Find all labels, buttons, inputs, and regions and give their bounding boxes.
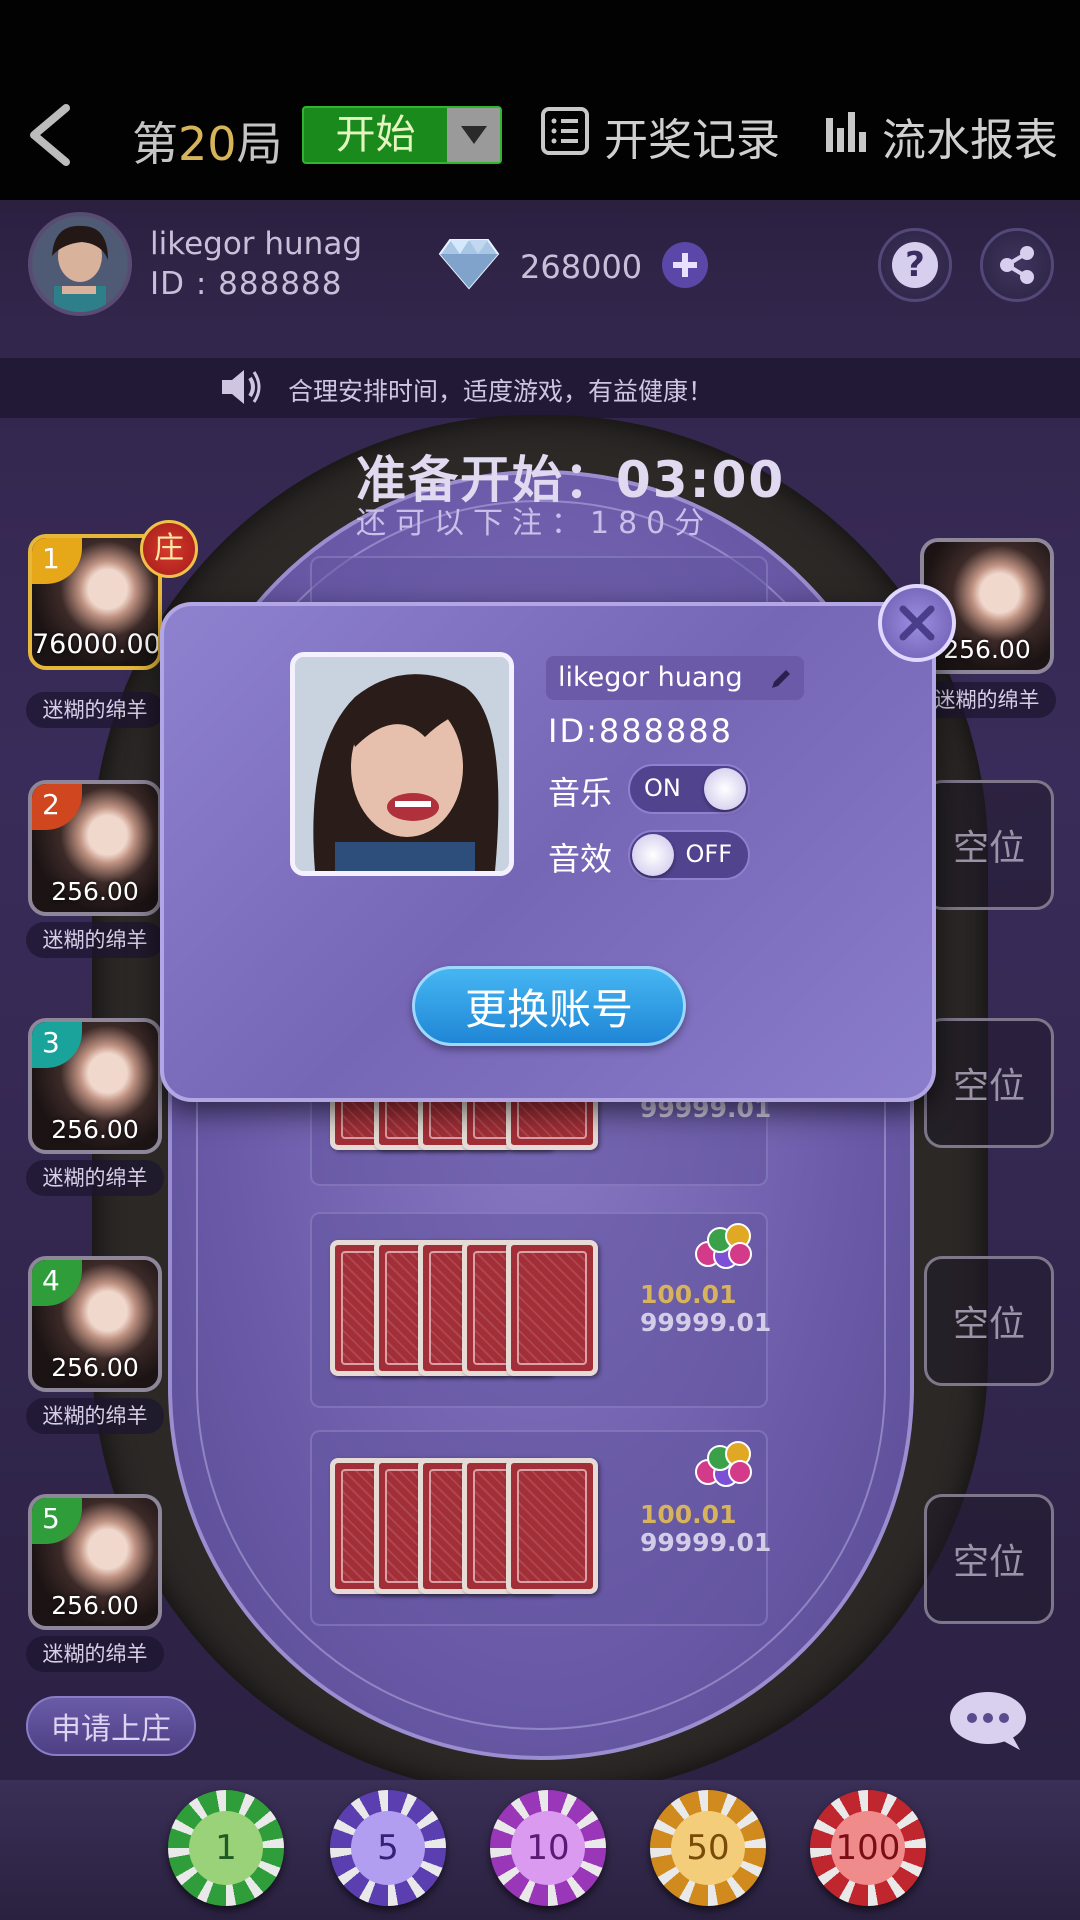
music-label: 音乐: [548, 774, 613, 812]
sound-toggle[interactable]: OFF: [628, 830, 750, 880]
diamond-icon: [438, 238, 500, 290]
chip-value: 5: [351, 1811, 425, 1885]
profile-photo: [290, 652, 514, 876]
chip-value: 50: [671, 1811, 745, 1885]
seat-4[interactable]: 4 256.00: [28, 1256, 162, 1392]
toggle-knob: [632, 834, 674, 876]
chat-bubble-icon[interactable]: [948, 1690, 1028, 1752]
lottery-record-label: 开奖记录: [604, 115, 780, 166]
bet-total: 99999.01: [640, 1528, 772, 1557]
profile-name: likegor huang: [558, 662, 743, 693]
switch-account-button[interactable]: 更换账号: [412, 966, 686, 1046]
sound-state: OFF: [685, 840, 733, 868]
seat-player-name: 迷糊的绵羊: [26, 692, 164, 728]
bet-remaining-text: 还可以下注：180分: [356, 506, 714, 541]
lottery-record-button[interactable]: 开奖记录: [540, 104, 780, 168]
bar-chart-icon: [824, 108, 870, 165]
speaker-icon: [220, 368, 262, 410]
notice-text: 合理安排时间，适度游戏，有益健康！: [288, 377, 714, 406]
card-back: [506, 1240, 598, 1376]
list-icon: [540, 106, 590, 167]
share-icon: [1000, 246, 1034, 284]
help-button[interactable]: ?: [878, 228, 952, 302]
chip-100[interactable]: 100: [810, 1790, 926, 1906]
close-icon: [899, 605, 935, 641]
seat-player-name: 迷糊的绵羊: [26, 1636, 164, 1672]
close-button[interactable]: [878, 584, 956, 662]
card-back: [506, 1458, 598, 1594]
chip-50[interactable]: 50: [650, 1790, 766, 1906]
empty-seat-button[interactable]: 空位: [924, 1256, 1054, 1386]
bet-amount: 100.01: [640, 1500, 737, 1529]
chip-value: 100: [831, 1811, 905, 1885]
chips-stack-icon: [692, 1436, 754, 1496]
chip-5[interactable]: 5: [330, 1790, 446, 1906]
chips-stack-icon: [692, 1218, 754, 1278]
back-chevron-icon[interactable]: [24, 100, 84, 170]
seat-player-name: 迷糊的绵羊: [26, 922, 164, 958]
start-dropdown[interactable]: 开始: [302, 106, 502, 164]
chip-value: 1: [189, 1811, 263, 1885]
chip-10[interactable]: 10: [490, 1790, 606, 1906]
bet-amount: 100.01: [640, 1280, 737, 1309]
avatar[interactable]: [28, 212, 132, 316]
empty-seat-button[interactable]: 空位: [924, 1018, 1054, 1148]
music-state: ON: [644, 774, 681, 802]
sound-label: 音效: [548, 840, 613, 878]
toggle-knob: [704, 768, 746, 810]
seat-balance: 256.00: [51, 1115, 139, 1144]
round-indicator: 第20局: [132, 117, 283, 171]
plus-icon: [673, 253, 697, 277]
add-diamond-button[interactable]: [662, 242, 708, 288]
name-field[interactable]: likegor huang: [546, 656, 804, 700]
edit-pencil-icon[interactable]: [770, 668, 792, 690]
flow-report-label: 流水报表: [882, 115, 1058, 166]
empty-seat-button[interactable]: 空位: [924, 780, 1054, 910]
diamond-balance: 268000: [520, 248, 643, 286]
user-id: ID : 888888: [150, 266, 343, 302]
seat-3[interactable]: 3 256.00: [28, 1018, 162, 1154]
seat-2[interactable]: 2 256.00: [28, 780, 162, 916]
chip-1[interactable]: 1: [168, 1790, 284, 1906]
help-icon: ?: [892, 242, 938, 288]
empty-seat-button[interactable]: 空位: [924, 1494, 1054, 1624]
seat-balance: 256.00: [51, 1591, 139, 1620]
bet-total: 99999.01: [640, 1308, 772, 1337]
dropdown-arrow-icon[interactable]: [447, 108, 500, 162]
seat-balance: 256.00: [51, 877, 139, 906]
banker-badge: 庄: [140, 520, 198, 578]
start-label: 开始: [335, 112, 416, 158]
apply-banker-button[interactable]: 申请上庄: [26, 1696, 196, 1756]
seat-balance: 256.00: [51, 1353, 139, 1382]
seat-player-name: 迷糊的绵羊: [26, 1398, 164, 1434]
game-screen: 第20局 开始 开奖记录 流水报表 likegor hunag ID : 888…: [0, 0, 1080, 1920]
seat-5[interactable]: 5 256.00: [28, 1494, 162, 1630]
profile-id: ID:888888: [548, 712, 734, 750]
seat-balance: 76000.00: [32, 629, 161, 660]
share-button[interactable]: [980, 228, 1054, 302]
username: likegor hunag: [150, 226, 363, 262]
music-toggle[interactable]: ON: [628, 764, 750, 814]
seat-player-name: 迷糊的绵羊: [918, 682, 1056, 718]
seat-player-name: 迷糊的绵羊: [26, 1160, 164, 1196]
chip-value: 10: [511, 1811, 585, 1885]
flow-report-button[interactable]: 流水报表: [824, 104, 1058, 168]
